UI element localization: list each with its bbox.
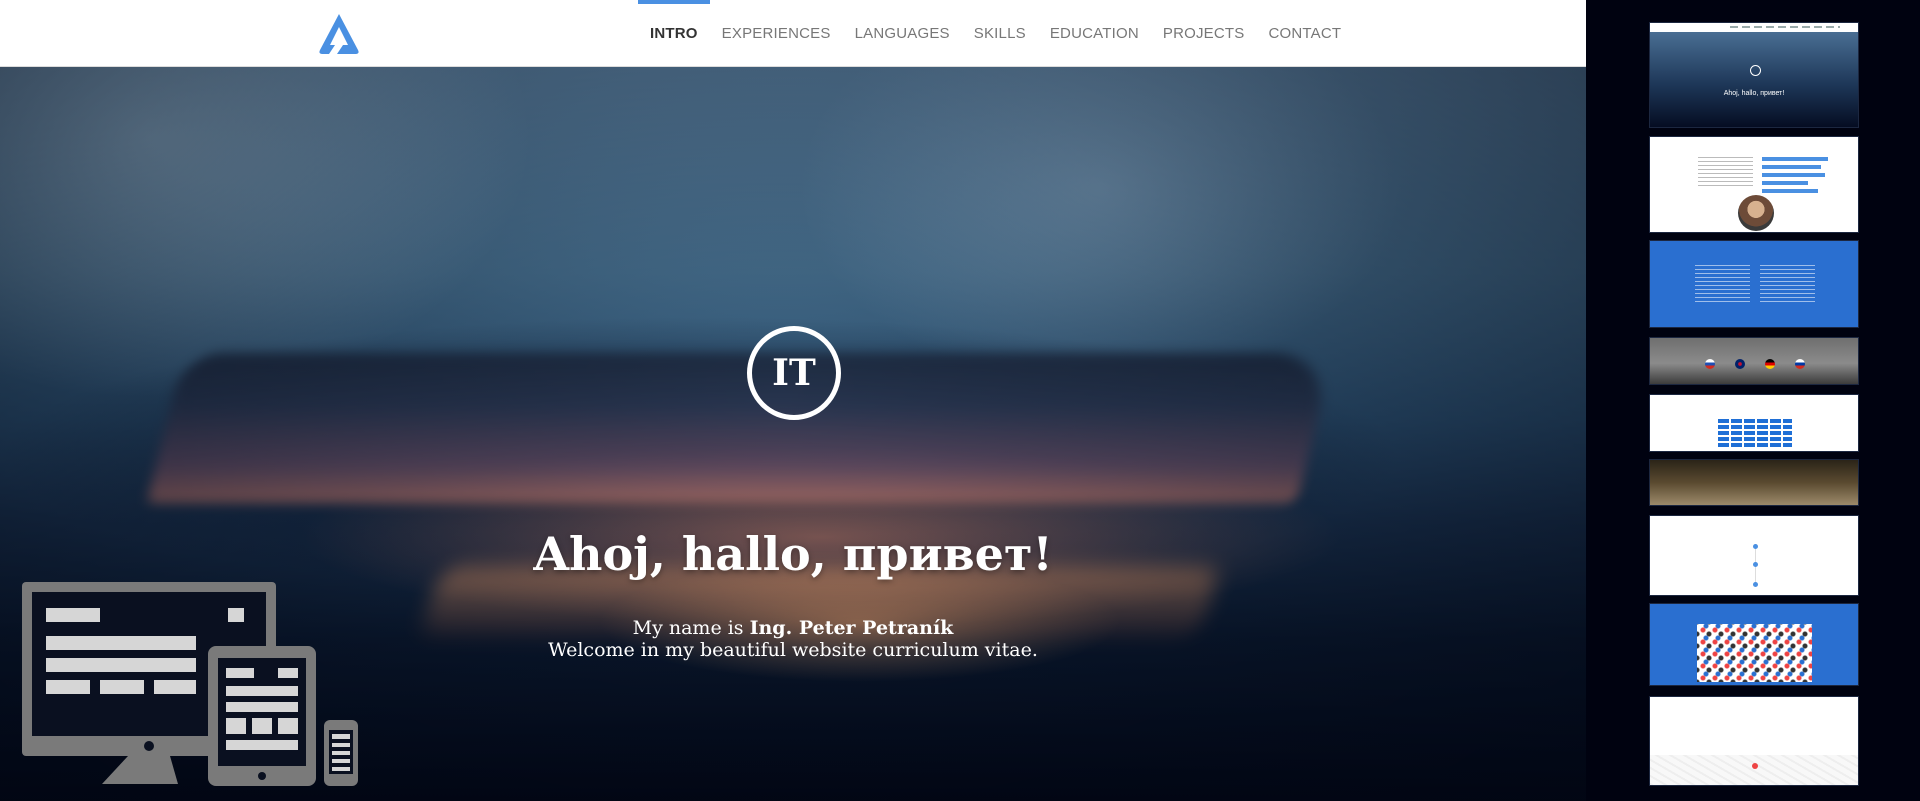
thumbnail-about[interactable]: [1649, 136, 1859, 233]
thumbnail-about-bars: [1762, 157, 1828, 197]
triangle-logo-icon[interactable]: [317, 12, 361, 56]
nav-item-experiences[interactable]: EXPERIENCES: [710, 0, 843, 67]
top-navbar: INTRO EXPERIENCES LANGUAGES SKILLS EDUCA…: [0, 0, 1586, 67]
person-name: Ing. Peter Petraník: [749, 617, 954, 639]
nav-menu: INTRO EXPERIENCES LANGUAGES SKILLS EDUCA…: [638, 0, 1353, 67]
nav-item-intro[interactable]: INTRO: [638, 0, 710, 67]
thumbnail-tools[interactable]: [1649, 603, 1859, 686]
thumbnail-skills-grid: [1718, 419, 1792, 449]
thumbnail-about-text: [1698, 157, 1753, 189]
flag-uk-icon: [1735, 359, 1745, 369]
timeline-dot: [1753, 562, 1758, 567]
thumbnail-projects[interactable]: [1649, 515, 1859, 596]
thumbnail-intro-nav: [1730, 26, 1840, 28]
thumbnail-experiences[interactable]: [1649, 240, 1859, 328]
nav-item-projects[interactable]: PROJECTS: [1151, 0, 1257, 67]
it-badge-label: IT: [772, 352, 816, 394]
responsive-devices-icon: [22, 582, 358, 786]
flag-germany-icon: [1765, 359, 1775, 369]
thumbnail-contact-map: [1650, 755, 1858, 785]
thumbnail-experiences-col: [1695, 265, 1750, 303]
thumbnail-intro-badge: [1750, 65, 1761, 76]
thumbnail-experiences-col: [1760, 265, 1815, 303]
thumbnail-tools-logos: [1697, 624, 1812, 682]
thumbnail-intro[interactable]: Ahoj, hallo, привет!: [1649, 22, 1859, 128]
nav-item-languages[interactable]: LANGUAGES: [843, 0, 962, 67]
thumbnail-about-avatar: [1738, 195, 1774, 231]
nav-item-education[interactable]: EDUCATION: [1038, 0, 1151, 67]
map-pin-icon: [1752, 763, 1758, 769]
timeline-dot: [1753, 544, 1758, 549]
thumbnail-education[interactable]: [1649, 459, 1859, 506]
hero-greeting: Ahoj, hallo, привет!: [533, 527, 1053, 581]
page: INTRO EXPERIENCES LANGUAGES SKILLS EDUCA…: [0, 0, 1586, 801]
nav-item-contact[interactable]: CONTACT: [1256, 0, 1353, 67]
nav-item-skills[interactable]: SKILLS: [962, 0, 1038, 67]
thumbnail-intro-greeting: Ahoj, hallo, привет!: [1723, 90, 1785, 97]
thumbnail-contact[interactable]: [1649, 696, 1859, 786]
thumbnail-skills[interactable]: [1649, 394, 1859, 452]
timeline-dot: [1753, 582, 1758, 587]
it-badge: IT: [747, 326, 841, 420]
flag-slovakia-icon: [1705, 359, 1715, 369]
thumbnail-languages[interactable]: [1649, 337, 1859, 385]
intro-prefix: My name is: [632, 617, 750, 639]
flag-russia-icon: [1795, 359, 1805, 369]
section-thumbnail-sidebar: Ahoj, hallo, привет!: [1586, 0, 1920, 801]
